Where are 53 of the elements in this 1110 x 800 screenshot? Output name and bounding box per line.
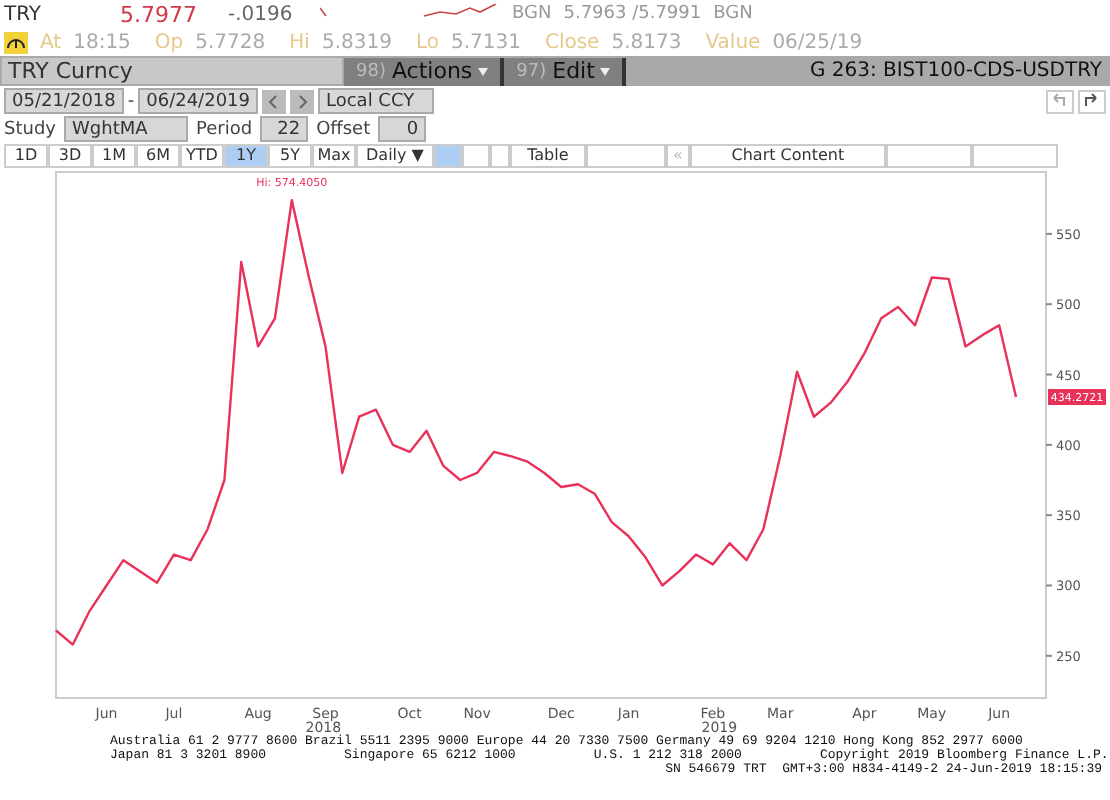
stat-value: 5.8319 [321,31,392,53]
toolbar-button[interactable] [433,143,462,167]
stat-value: 5.7728 [195,31,266,53]
period-tab[interactable]: 1Y [224,143,268,167]
period-label: Period [196,119,253,139]
stat-label: Hi [289,31,310,53]
end-date-field[interactable]: 06/24/2019 [138,88,258,114]
period-tab[interactable]: 3D [48,143,92,167]
offset-label: Offset [316,119,371,139]
study-dropdown[interactable]: WghtMA [64,116,188,142]
gauge-icon [4,31,28,53]
bid-source: BGN [512,4,552,24]
period-tab[interactable]: 1M [92,143,136,167]
toolbar-button[interactable] [971,143,1058,167]
toolbar-button[interactable] [489,143,510,167]
period-tab[interactable]: 5Y [268,143,312,167]
stat-value: 5.8173 [611,31,682,53]
toolbar-button[interactable] [885,143,972,167]
frequency-dropdown[interactable]: Daily ▼ [356,143,434,167]
redo-icon[interactable] [1078,89,1106,113]
caret-icon [600,67,611,75]
ask-source: BGN [713,4,753,24]
currency-dropdown[interactable]: Local CCY [318,88,434,114]
toolbar-button[interactable] [461,143,490,167]
stat-value: 06/25/19 [772,31,863,53]
last-price: 5.7977 [120,1,199,27]
chart-title: G 263: BIST100-CDS-USDTRY [809,60,1102,82]
stat-label: Close [544,31,600,53]
period-tab[interactable]: YTD [180,143,224,167]
period-tab[interactable]: 6M [136,143,180,167]
menu-button[interactable]: 97) Edit [504,57,627,85]
ticker: TRY [4,3,44,25]
stat-value: 5.7131 [450,31,521,53]
study-label: Study [4,119,56,139]
caret-icon [478,67,489,75]
stat-label: Op [154,31,184,53]
stat-label: Lo [415,31,439,53]
bid-ask: 5.7963 /5.7991 [563,4,702,24]
date-separator: - [127,91,135,111]
table-button[interactable]: Table [509,143,586,167]
start-date-field[interactable]: 05/21/2018 [4,88,124,114]
toolbar-button[interactable] [585,143,666,167]
security-field[interactable]: TRY Curncy [0,56,344,86]
period-tab[interactable]: Max [312,143,356,167]
chart-content-button[interactable]: Chart Content [689,143,886,167]
period-field[interactable]: 22 [260,116,309,142]
menu-button[interactable]: 98) Actions [344,57,505,85]
stat-value: 18:15 [73,31,131,53]
offset-field[interactable]: 0 [378,116,427,142]
stat-label: At [40,31,62,53]
price-change: -.0196 [228,3,295,25]
period-tab[interactable]: 1D [4,143,48,167]
stat-label: Value [705,31,761,53]
